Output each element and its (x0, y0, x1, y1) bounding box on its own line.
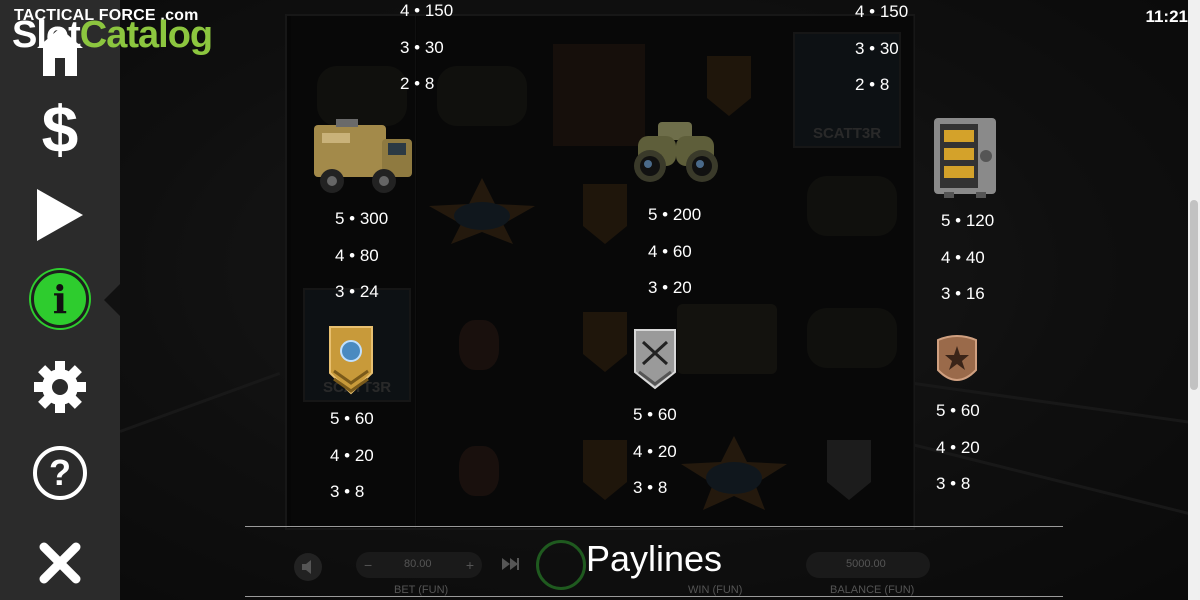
paylines-title: Paylines (585, 538, 723, 579)
paytable-silver-badge: 5 • 60 4 • 20 3 • 8 (633, 404, 677, 514)
play-icon (37, 189, 83, 241)
paytable-truck: 5 • 300 4 • 80 3 • 24 (335, 208, 388, 318)
payout-value: 5 • 60 (633, 405, 677, 424)
payout-value: 5 • 200 (648, 205, 702, 224)
win-label: WIN (FUN) (688, 584, 743, 596)
question-glyph: ? (49, 452, 71, 493)
payout-value: 3 • 24 (335, 282, 379, 301)
gold-badge-symbol (328, 325, 374, 400)
paytable-top-right: 4 • 150 3 • 30 2 • 8 (855, 1, 908, 111)
logo-text: Catalog (79, 14, 213, 56)
payout-value: 4 • 20 (330, 445, 374, 465)
payout-value: 3 • 30 (855, 38, 899, 58)
section-divider (245, 596, 1063, 597)
paytable-goggles: 5 • 200 4 • 60 3 • 20 (648, 204, 701, 314)
payout-value: 4 • 20 (633, 441, 677, 461)
payout-value: 5 • 300 (335, 209, 389, 228)
clock: 11:21 (1145, 7, 1188, 26)
sidebar-menu: $ i ? (0, 0, 120, 600)
payout-value: 3 • 20 (648, 278, 692, 297)
payout-value: 4 • 40 (941, 247, 985, 267)
payout-value: 5 • 60 (330, 409, 374, 428)
armored-truck-symbol (306, 115, 416, 202)
scrollbar[interactable] (1188, 0, 1200, 600)
active-item-pointer (104, 284, 120, 316)
balance-label: BALANCE (FUN) (830, 584, 915, 596)
paytable-gold-badge: 5 • 60 4 • 20 3 • 8 (330, 408, 374, 518)
sidebar-item-play[interactable] (20, 182, 100, 248)
silver-badge-symbol (633, 328, 677, 395)
payout-value: 3 • 8 (330, 482, 365, 501)
night-vision-goggles-symbol (630, 120, 720, 197)
question-icon: ? (33, 446, 87, 500)
payout-value: 3 • 8 (936, 474, 971, 493)
payout-value: 4 • 60 (648, 241, 692, 261)
section-divider (245, 526, 1063, 527)
sidebar-item-close[interactable] (20, 530, 100, 596)
sidebar-item-info[interactable]: i (20, 266, 100, 332)
payout-value: 4 • 150 (400, 1, 454, 20)
payout-value: 3 • 30 (400, 37, 444, 57)
dim-overlay (0, 0, 1200, 600)
payout-value: 5 • 60 (936, 401, 980, 420)
payout-value: 4 • 80 (335, 245, 379, 265)
logo-text: Slot (12, 14, 81, 56)
info-icon: i (31, 270, 89, 328)
payout-value: 4 • 150 (855, 2, 909, 21)
scroll-thumb[interactable] (1190, 200, 1198, 390)
safe-symbol (930, 116, 1000, 205)
brand-logo: SlotCatalog (12, 14, 213, 57)
sidebar-item-settings[interactable] (20, 354, 100, 420)
gear-icon (34, 361, 86, 413)
paytable-bronze-badge: 5 • 60 4 • 20 3 • 8 (936, 400, 980, 510)
paytable-top-left: 4 • 150 3 • 30 2 • 8 (400, 0, 453, 110)
payout-value: 3 • 16 (941, 284, 985, 303)
payout-value: 2 • 8 (400, 74, 435, 93)
payout-value: 3 • 8 (633, 478, 668, 497)
close-icon (39, 542, 81, 584)
bet-label: BET (FUN) (394, 584, 449, 596)
dollar-icon: $ (41, 92, 79, 166)
payout-value: 4 • 20 (936, 437, 980, 457)
sidebar-item-help[interactable]: ? (20, 440, 100, 506)
payout-value: 5 • 120 (941, 211, 995, 230)
sidebar-item-bet[interactable]: $ (20, 96, 100, 162)
paytable-safe: 5 • 120 4 • 40 3 • 16 (941, 210, 994, 320)
info-glyph: i (52, 276, 68, 322)
payout-value: 2 • 8 (855, 75, 890, 94)
bronze-badge-symbol (936, 334, 978, 393)
